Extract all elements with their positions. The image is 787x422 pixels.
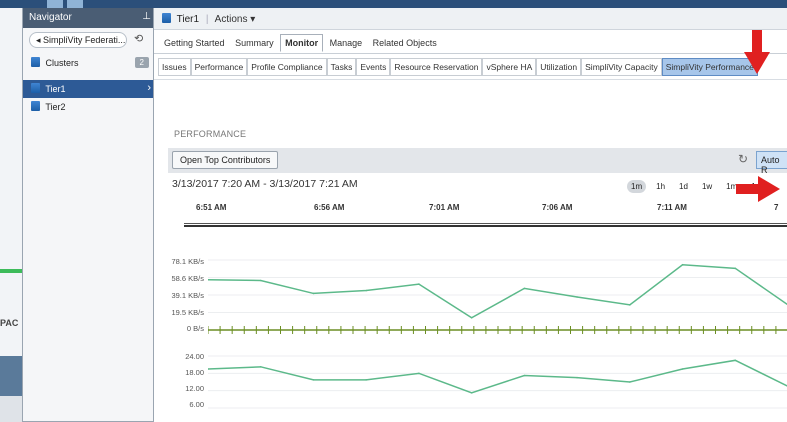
- navigator-panel: Navigator ⊥ ◂ SimpliVity Federati... ⟲ C…: [22, 8, 158, 422]
- tab-monitor[interactable]: Monitor: [280, 34, 324, 52]
- navigator-header: Navigator ⊥: [23, 8, 157, 28]
- main-panel: Tier1 | Actions ▾ Getting Started Summar…: [153, 8, 787, 422]
- main-tabs: Getting Started Summary Monitor Manage R…: [154, 30, 787, 54]
- data-point[interactable]: [418, 283, 420, 285]
- throughput-chart: [208, 259, 787, 334]
- time-tick: 6:51 AM: [196, 203, 227, 212]
- y-tick-label: 19.5 KB/s: [171, 308, 204, 317]
- cluster-icon: [31, 57, 40, 67]
- back-button[interactable]: ◂ SimpliVity Federati...: [29, 32, 127, 48]
- background-partial-text: PAC: [0, 318, 19, 328]
- performance-toolbar: Open Top Contributors ↻ Auto R: [168, 148, 787, 175]
- background-toolbar: [0, 0, 787, 8]
- y-tick-label: 18.00: [185, 368, 204, 377]
- y-tick-label: 39.1 KB/s: [171, 291, 204, 300]
- range-1d[interactable]: 1d: [675, 180, 692, 193]
- range-1w[interactable]: 1w: [698, 180, 716, 193]
- data-point[interactable]: [418, 372, 420, 375]
- background-green-bar: [0, 269, 22, 273]
- subtab-events[interactable]: Events: [356, 58, 391, 76]
- navigator-back: ◂ SimpliVity Federati... ⟲: [29, 32, 151, 50]
- subtab-resource-reservation[interactable]: Resource Reservation: [390, 58, 483, 76]
- series-line: [208, 263, 787, 319]
- data-point[interactable]: [365, 379, 367, 381]
- actions-menu[interactable]: Actions ▾: [215, 14, 256, 25]
- monitor-subtabs: Issues Performance Profile Compliance Tasks…: [154, 54, 787, 80]
- count-badge: 2: [134, 57, 149, 68]
- y-tick-label: 12.00: [185, 384, 204, 393]
- time-tick: 6:56 AM: [314, 203, 345, 212]
- tab-manage[interactable]: Manage: [326, 35, 367, 51]
- subtab-utilization[interactable]: Utilization: [536, 58, 582, 76]
- y-tick-label: 78.1 KB/s: [171, 257, 204, 266]
- data-point[interactable]: [312, 379, 315, 381]
- time-tick: 7:01 AM: [429, 203, 460, 212]
- navigator-title: Navigator: [29, 12, 72, 23]
- data-point[interactable]: [576, 376, 578, 379]
- arrow-right-icon: [736, 176, 780, 202]
- timeline-scroller[interactable]: [184, 223, 787, 227]
- tab-getting-started[interactable]: Getting Started: [160, 35, 229, 51]
- data-point[interactable]: [259, 366, 262, 368]
- nav-item-label: Tier2: [45, 102, 66, 112]
- y-tick-label: 0 B/s: [186, 324, 204, 333]
- data-point[interactable]: [629, 381, 631, 383]
- performance-section-title: PERFORMANCE: [174, 129, 247, 139]
- tab-related-objects[interactable]: Related Objects: [369, 35, 441, 51]
- data-point[interactable]: [365, 289, 367, 292]
- back-label: SimpliVity Federati...: [43, 35, 126, 45]
- time-tick: 7: [774, 203, 779, 212]
- time-tick: 7:11 AM: [657, 203, 687, 212]
- chevron-right-icon: ›: [147, 82, 151, 94]
- data-point[interactable]: [629, 304, 631, 306]
- cluster-icon: [31, 83, 40, 93]
- data-point[interactable]: [470, 317, 473, 319]
- subtab-profile-compliance[interactable]: Profile Compliance: [247, 58, 327, 76]
- cluster-icon: [162, 13, 171, 23]
- y-tick-label: 24.00: [185, 352, 204, 361]
- data-point[interactable]: [734, 267, 737, 270]
- subtab-simplivity-capacity[interactable]: SimpliVity Capacity: [581, 58, 662, 76]
- date-range: 3/13/2017 7:20 AM - 3/13/2017 7:21 AM: [172, 178, 358, 190]
- subtab-performance[interactable]: Performance: [190, 58, 248, 76]
- data-point[interactable]: [681, 368, 684, 370]
- data-point[interactable]: [259, 279, 262, 282]
- data-point[interactable]: [523, 374, 526, 377]
- object-title: Tier1: [176, 14, 200, 25]
- range-1m[interactable]: 1m: [627, 180, 647, 193]
- background-panel: [0, 356, 22, 396]
- object-header: Tier1 | Actions ▾: [154, 8, 787, 30]
- nav-item-tier1[interactable]: Tier1 ›: [23, 80, 157, 98]
- series-line: [208, 359, 787, 394]
- subtab-vsphere-ha[interactable]: vSphere HA: [482, 58, 537, 76]
- data-point[interactable]: [576, 296, 578, 298]
- cluster-icon: [31, 101, 40, 111]
- iops-chart: [208, 355, 787, 409]
- open-top-contributors-button[interactable]: Open Top Contributors: [172, 151, 279, 169]
- time-tick: 7:06 AM: [542, 203, 573, 212]
- subtab-issues[interactable]: Issues: [158, 58, 191, 76]
- data-point[interactable]: [681, 263, 684, 266]
- nav-item-label: Clusters: [45, 58, 79, 68]
- history-icon[interactable]: ⟲: [134, 32, 143, 45]
- background-panel-2: [0, 396, 22, 422]
- nav-item-tier2[interactable]: Tier2: [23, 98, 157, 116]
- arrow-down-icon: [744, 30, 770, 74]
- nav-item-clusters[interactable]: Clusters 2: [23, 54, 157, 72]
- data-point[interactable]: [523, 287, 526, 290]
- tab-summary[interactable]: Summary: [231, 35, 278, 51]
- y-tick-label: 58.6 KB/s: [171, 274, 204, 283]
- data-point[interactable]: [470, 392, 473, 394]
- data-point[interactable]: [734, 359, 737, 362]
- pin-icon[interactable]: ⊥: [142, 11, 151, 22]
- refresh-icon[interactable]: ↻: [738, 152, 748, 166]
- nav-item-label: Tier1: [45, 84, 66, 94]
- data-point[interactable]: [312, 292, 315, 295]
- subtab-tasks[interactable]: Tasks: [326, 58, 357, 76]
- range-1h[interactable]: 1h: [652, 180, 669, 193]
- y-tick-label: 6.00: [189, 400, 204, 409]
- auto-refresh-button[interactable]: Auto R: [756, 151, 787, 175]
- chevron-left-icon: ◂: [36, 35, 41, 45]
